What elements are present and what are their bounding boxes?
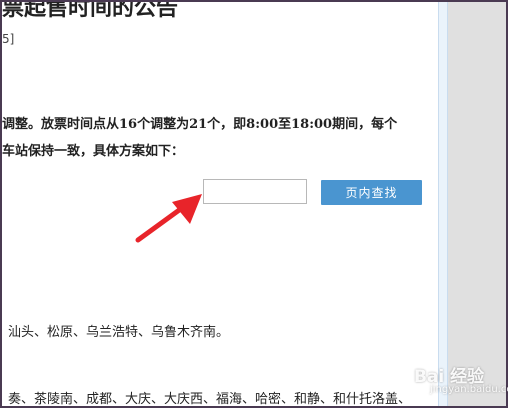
station-line-1: 汕头、松原、乌兰浩特、乌鲁木齐南。 <box>8 325 230 340</box>
watermark-url: jingyan.baidu.com <box>430 384 508 395</box>
find-in-page-input[interactable] <box>203 179 307 204</box>
page-side-rail <box>438 2 448 406</box>
paragraph-line-2: 车站保持一致，具体方案如下： <box>2 144 185 159</box>
title-subnote: 5] <box>2 32 15 46</box>
station-line-2: 奏、茶陵南、成都、大庆、大庆西、福海、哈密、和静、和什托洛盖、 <box>8 392 412 406</box>
article-page: 票起售时间的公告 5] 调整。放票时间点从16个调整为21个，即8:00至18:… <box>2 2 438 406</box>
browser-frame: 票起售时间的公告 5] 调整。放票时间点从16个调整为21个，即8:00至18:… <box>2 2 506 406</box>
find-in-page-button[interactable]: 页内查找 <box>321 180 422 205</box>
red-arrow-icon <box>135 194 202 243</box>
page-title: 票起售时间的公告 <box>2 2 179 21</box>
paragraph-line-1: 调整。放票时间点从16个调整为21个，即8:00至18:00期间，每个 <box>2 117 398 132</box>
scrollbar-track[interactable] <box>448 2 506 406</box>
baidu-paw-icon <box>383 364 410 391</box>
baidu-watermark: Bai 经验 jingyan.baidu.com <box>376 356 508 408</box>
